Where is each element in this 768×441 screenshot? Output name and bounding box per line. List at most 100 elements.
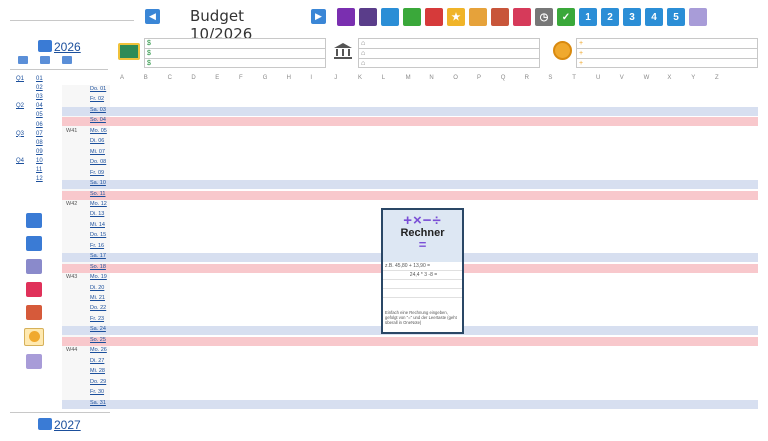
- person-icon[interactable]: [337, 8, 355, 26]
- day-link[interactable]: Di. 27: [90, 358, 104, 364]
- equals-icon: =: [418, 237, 427, 252]
- cash-input-1[interactable]: $: [144, 38, 326, 48]
- day-link[interactable]: Sa. 10: [90, 180, 106, 186]
- day-link[interactable]: Fr. 23: [90, 316, 104, 322]
- month-link[interactable]: 11: [36, 167, 42, 173]
- arrow-right-icon[interactable]: ▶: [311, 9, 326, 24]
- day-link[interactable]: Mo. 26: [90, 347, 107, 353]
- day-link[interactable]: Fr. 16: [90, 243, 104, 249]
- day-link[interactable]: Mi. 28: [90, 368, 105, 374]
- calculator-line[interactable]: [383, 280, 462, 289]
- month-link[interactable]: 03: [36, 94, 43, 100]
- page-3-icon[interactable]: 3: [623, 8, 641, 26]
- month-link[interactable]: 10: [36, 158, 43, 164]
- calendar-alt-icon[interactable]: [26, 236, 42, 251]
- mini-calendar-icon[interactable]: [40, 56, 50, 64]
- day-link[interactable]: Di. 13: [90, 211, 104, 217]
- day-link[interactable]: Fr. 09: [90, 170, 104, 176]
- month-link[interactable]: 02: [36, 85, 43, 91]
- book-dark-icon[interactable]: [359, 8, 377, 26]
- day-link[interactable]: Mi. 21: [90, 295, 105, 301]
- month-link[interactable]: 07: [36, 131, 43, 137]
- year-link[interactable]: 2026: [38, 40, 81, 54]
- day-link[interactable]: Sa. 31: [90, 400, 106, 406]
- month-link[interactable]: 09: [36, 149, 43, 155]
- next-year-link[interactable]: 2027: [38, 418, 81, 432]
- check-icon[interactable]: ✓: [557, 8, 575, 26]
- edit-note-icon[interactable]: [26, 259, 42, 274]
- clock-icon[interactable]: ◷: [535, 8, 553, 26]
- table-row: So. 25: [62, 336, 758, 346]
- star-icon[interactable]: ★: [447, 8, 465, 26]
- day-link[interactable]: Sa. 03: [90, 107, 106, 113]
- column-header: W: [643, 75, 650, 81]
- month-link[interactable]: 12: [36, 176, 43, 182]
- quarter-link[interactable]: Q2: [16, 103, 24, 109]
- mini-calendar-icon[interactable]: [62, 56, 72, 64]
- coin-input-1[interactable]: +: [576, 38, 758, 48]
- bank-input-2[interactable]: ⌂: [358, 48, 540, 58]
- lock-icon[interactable]: [469, 8, 487, 26]
- notebook-icon[interactable]: [26, 354, 42, 369]
- coin-stack-icon[interactable]: [24, 328, 44, 346]
- day-link[interactable]: Sa. 17: [90, 253, 106, 259]
- calculator-example-2[interactable]: 24,4 * 3 -8 =: [383, 271, 462, 280]
- day-link[interactable]: Di. 20: [90, 285, 104, 291]
- arrow-left-icon[interactable]: ◀: [145, 9, 160, 24]
- book-red-icon[interactable]: [425, 8, 443, 26]
- quarter-link[interactable]: Q3: [16, 131, 24, 137]
- table-row: Di. 27: [62, 358, 758, 367]
- week-label: W41: [66, 127, 78, 134]
- month-link[interactable]: 04: [36, 103, 43, 109]
- coin-input-3[interactable]: +: [576, 58, 758, 68]
- runner-icon[interactable]: [26, 305, 42, 320]
- mini-calendar-icon[interactable]: [18, 56, 28, 64]
- cash-input-2[interactable]: $: [144, 48, 326, 58]
- day-link[interactable]: So. 04: [90, 117, 106, 123]
- day-link[interactable]: Fr. 02: [90, 96, 104, 102]
- month-link[interactable]: 05: [36, 112, 43, 118]
- quarter-link[interactable]: Q1: [16, 76, 24, 82]
- page-2-icon[interactable]: 2: [601, 8, 619, 26]
- quarter-link[interactable]: Q4: [16, 158, 24, 164]
- bank-input-1[interactable]: ⌂: [358, 38, 540, 48]
- day-link[interactable]: Do. 01: [90, 86, 106, 92]
- calendar-icon[interactable]: [26, 213, 42, 228]
- day-link[interactable]: Do. 29: [90, 379, 106, 385]
- table-row: Mi. 28: [62, 368, 758, 377]
- house-icon[interactable]: [491, 8, 509, 26]
- table-row: Fr. 30: [62, 389, 758, 398]
- coin-input-2[interactable]: +: [576, 48, 758, 58]
- page-1-icon[interactable]: 1: [579, 8, 597, 26]
- day-link[interactable]: Do. 15: [90, 232, 106, 238]
- day-link[interactable]: Fr. 30: [90, 389, 104, 395]
- day-link[interactable]: So. 25: [90, 337, 106, 343]
- month-link[interactable]: 01: [36, 76, 43, 82]
- day-link[interactable]: Do. 22: [90, 305, 106, 311]
- day-link[interactable]: Do. 08: [90, 159, 106, 165]
- heart-icon[interactable]: [26, 282, 42, 297]
- day-link[interactable]: Di. 06: [90, 138, 104, 144]
- day-link[interactable]: Mo. 12: [90, 201, 107, 207]
- page-5-icon[interactable]: 5: [667, 8, 685, 26]
- day-link[interactable]: So. 18: [90, 264, 106, 270]
- column-header: C: [167, 75, 172, 81]
- book-open-icon[interactable]: [689, 8, 707, 26]
- page-4-icon[interactable]: 4: [645, 8, 663, 26]
- day-link[interactable]: Mo. 05: [90, 128, 107, 134]
- bank-input-3[interactable]: ⌂: [358, 58, 540, 68]
- day-link[interactable]: Mi. 14: [90, 222, 105, 228]
- month-link[interactable]: 06: [36, 122, 43, 128]
- book-blue-icon[interactable]: [381, 8, 399, 26]
- day-link[interactable]: So. 11: [90, 191, 106, 197]
- book-green-icon[interactable]: [403, 8, 421, 26]
- day-link[interactable]: Mo. 19: [90, 274, 107, 280]
- month-link[interactable]: 08: [36, 140, 43, 146]
- lock-red-icon[interactable]: [513, 8, 531, 26]
- calculator-example-1[interactable]: z.B. 45,80 + 13,90 =: [383, 262, 462, 271]
- day-link[interactable]: Sa. 24: [90, 326, 106, 332]
- top-search-line[interactable]: [10, 20, 134, 21]
- calculator-line[interactable]: [383, 289, 462, 298]
- cash-input-3[interactable]: $: [144, 58, 326, 68]
- day-link[interactable]: Mi. 07: [90, 149, 105, 155]
